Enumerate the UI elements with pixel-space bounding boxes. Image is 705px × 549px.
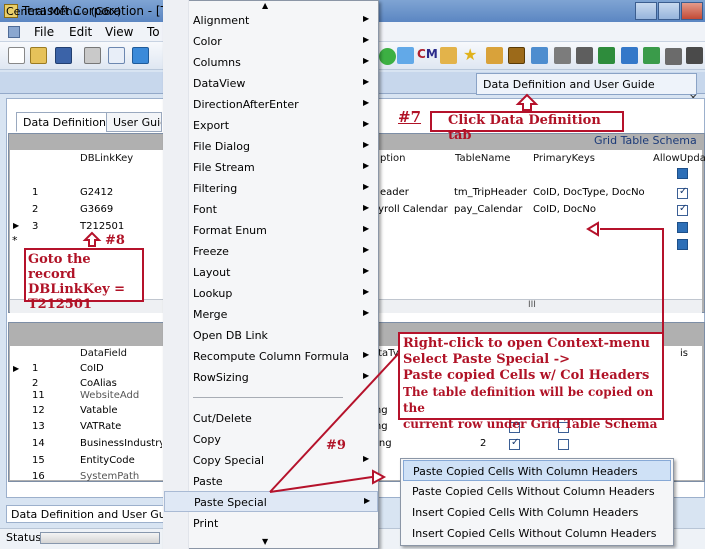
annotation-9-line: Paste copied Cells w/ Col Headers	[403, 368, 650, 383]
annotation-9-line: The table definition will be copied on t…	[403, 385, 654, 415]
arrow-7-icon	[515, 93, 539, 111]
annotation-8-line: T212501	[28, 297, 92, 312]
annotation-8-number: #8	[105, 233, 125, 248]
annotation-9-line: Select Paste Special ->	[403, 352, 571, 367]
arrow-8-icon	[82, 231, 102, 247]
arrow-submenu-icon	[372, 469, 387, 485]
connector-line	[269, 351, 401, 493]
annotation-7-number: #7	[398, 108, 422, 126]
annotation-7-box: Click Data Definition tab	[430, 111, 624, 143]
annotation-9-box: Right-click to open Context-menu Select …	[398, 332, 664, 431]
annotation-8-line: DBLinkKey =	[28, 282, 126, 297]
annotation-8-box: Goto the record DBLinkKey = T212501	[24, 248, 144, 312]
connector-line	[269, 476, 373, 493]
annotation-9-number: #9	[326, 438, 346, 453]
annotation-8-line: Goto the record	[28, 252, 91, 282]
annotation-9-line: Right-click to open Context-menu	[403, 336, 650, 351]
arrow-row-icon	[586, 221, 599, 237]
annotation-9-line: current row under Grid Table Schema	[403, 417, 658, 431]
